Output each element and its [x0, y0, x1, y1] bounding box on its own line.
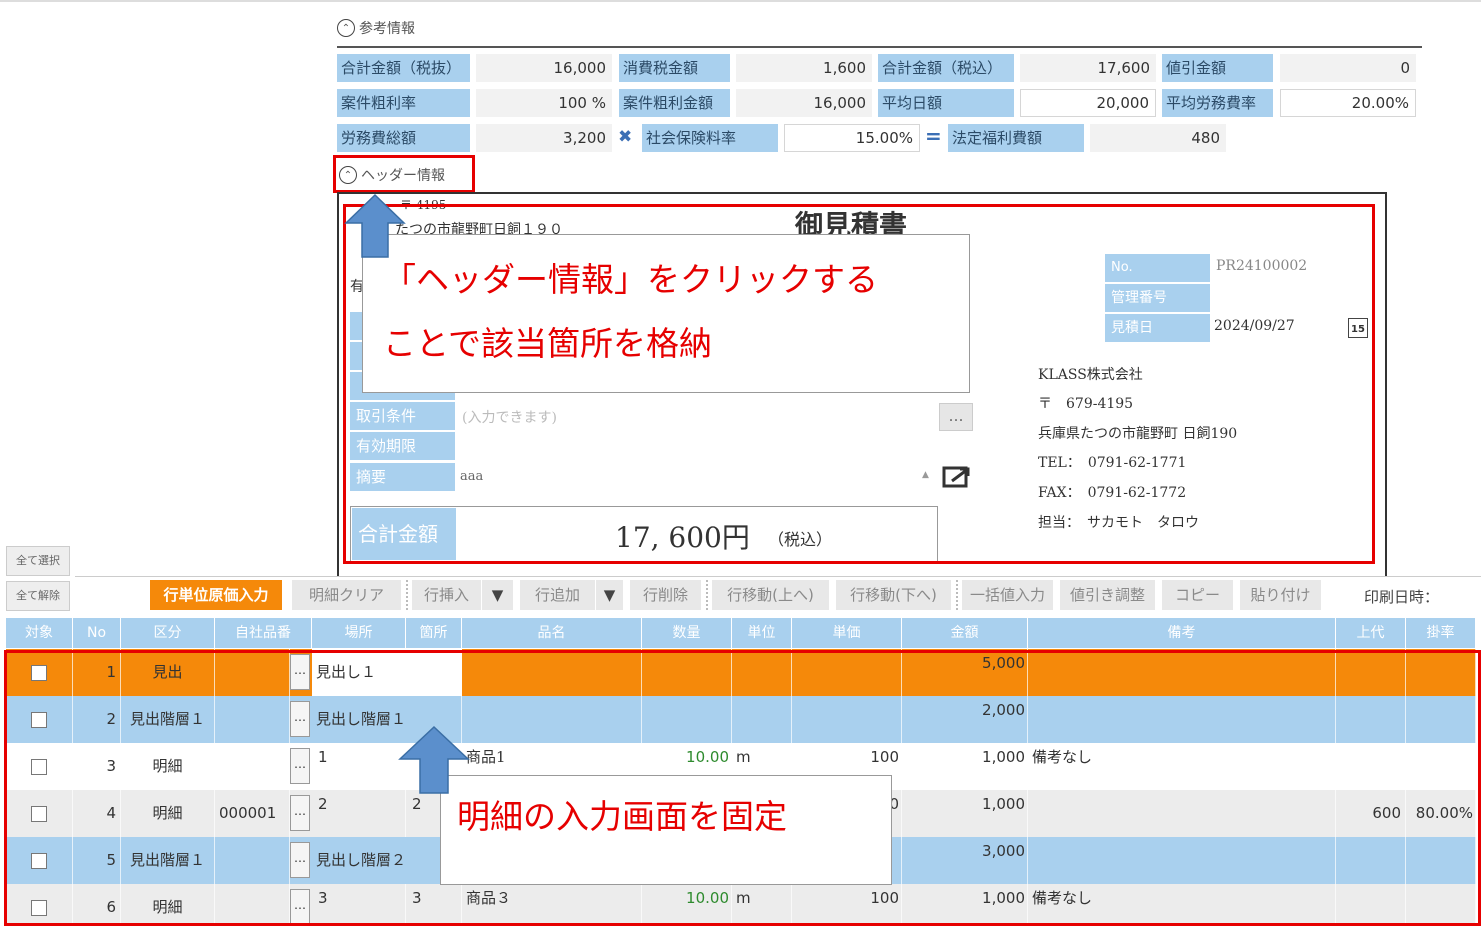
toolbar-separator: [406, 580, 408, 610]
header-info-label: ヘッダー情報: [361, 168, 445, 184]
summary-label: 法定福利費額: [948, 124, 1084, 152]
summary-value: 1,600: [736, 54, 872, 82]
average-daily-amount-input[interactable]: 20,000: [1020, 89, 1156, 117]
cost-input-button[interactable]: 行単位原価入力: [150, 580, 283, 610]
print-date-label: 印刷日時：: [1364, 588, 1440, 606]
summary-label: 値引金額: [1162, 54, 1273, 82]
deselect-all-button[interactable]: 全て解除: [6, 581, 70, 611]
clear-details-button[interactable]: 明細クリア: [292, 580, 402, 610]
column-header: 場所: [312, 618, 406, 648]
column-header: 自社品番: [215, 618, 312, 648]
column-header: 品名: [462, 618, 642, 648]
header-callout-line1: 「ヘッダー情報」をクリックする: [383, 260, 878, 299]
summary-value: 100 %: [476, 89, 612, 117]
move-up-button[interactable]: 行移動(上へ): [712, 580, 830, 610]
column-header: 数量: [642, 618, 732, 648]
summary-value: 16,000: [736, 89, 872, 117]
column-header: 単位: [732, 618, 792, 648]
detail-callout: 明細の入力画面を固定: [440, 775, 892, 885]
top-border: [0, 0, 1481, 2]
summary-label: 案件粗利率: [337, 89, 470, 117]
paste-button[interactable]: 貼り付け: [1240, 580, 1322, 610]
header-callout: 「ヘッダー情報」をクリックする ことで該当箇所を格納: [362, 234, 970, 393]
summary-value: 3,200: [476, 124, 612, 152]
delete-row-button[interactable]: 行削除: [630, 580, 702, 610]
arrow-up-icon: [398, 725, 470, 794]
add-row-button[interactable]: 行追加: [520, 580, 596, 610]
arrow-up-icon: [344, 193, 406, 258]
average-labor-rate-input[interactable]: 20.00%: [1280, 89, 1416, 117]
column-header: 上代: [1336, 618, 1406, 648]
column-header: No: [73, 618, 121, 648]
header-callout-line2: ことで該当箇所を格納: [383, 324, 713, 363]
table-header: 対象 No 区分 自社品番 場所 箇所 品名 数量 単位 単価 金額 備考 上代…: [6, 618, 1476, 648]
toolbar-separator: [956, 580, 958, 610]
move-down-button[interactable]: 行移動(下へ): [836, 580, 952, 610]
summary-value: 0: [1280, 54, 1416, 82]
detail-callout-text: 明細の入力画面を固定: [457, 797, 787, 836]
copy-button[interactable]: コピー: [1162, 580, 1234, 610]
insurance-rate-input[interactable]: 15.00%: [784, 124, 920, 152]
summary-label: 平均労務費率: [1162, 89, 1273, 117]
chevron-up-icon: ⌃: [339, 166, 357, 184]
column-header: 金額: [902, 618, 1028, 648]
column-header: 掛率: [1406, 618, 1476, 648]
chevron-up-icon: ⌃: [337, 19, 355, 37]
equals-icon: =: [925, 124, 942, 148]
column-header: 箇所: [406, 618, 462, 648]
summary-value: 480: [1090, 124, 1226, 152]
select-all-button[interactable]: 全て選択: [6, 546, 70, 576]
column-header: 対象: [6, 618, 73, 648]
reference-info-toggle[interactable]: ⌃ 参考情報: [337, 18, 415, 38]
header-info-toggle[interactable]: ⌃ ヘッダー情報: [339, 165, 445, 185]
column-header: 区分: [121, 618, 215, 648]
reference-info-label: 参考情報: [359, 21, 415, 37]
insert-dropdown-icon[interactable]: ▼: [482, 580, 514, 610]
toolbar-separator: [706, 580, 708, 610]
summary-value: 16,000: [476, 54, 612, 82]
toolbar-divider: [75, 576, 1481, 577]
summary-value: 17,600: [1020, 54, 1156, 82]
summary-label: 合計金額（税込）: [878, 54, 1014, 82]
multiply-icon: ✖: [618, 127, 633, 147]
section-divider: [337, 46, 1422, 48]
discount-adjust-button[interactable]: 値引き調整: [1060, 580, 1156, 610]
bulk-input-button[interactable]: 一括値入力: [962, 580, 1054, 610]
summary-label: 労務費総額: [337, 124, 470, 152]
add-dropdown-icon[interactable]: ▼: [596, 580, 624, 610]
insert-row-button[interactable]: 行挿入: [412, 580, 482, 610]
summary-label: 合計金額（税抜）: [337, 54, 470, 82]
column-header: 備考: [1028, 618, 1336, 648]
summary-label: 社会保険料率: [642, 124, 778, 152]
summary-label: 案件粗利金額: [619, 89, 730, 117]
summary-label: 平均日額: [878, 89, 1014, 117]
summary-label: 消費税金額: [619, 54, 730, 82]
column-header: 単価: [792, 618, 902, 648]
